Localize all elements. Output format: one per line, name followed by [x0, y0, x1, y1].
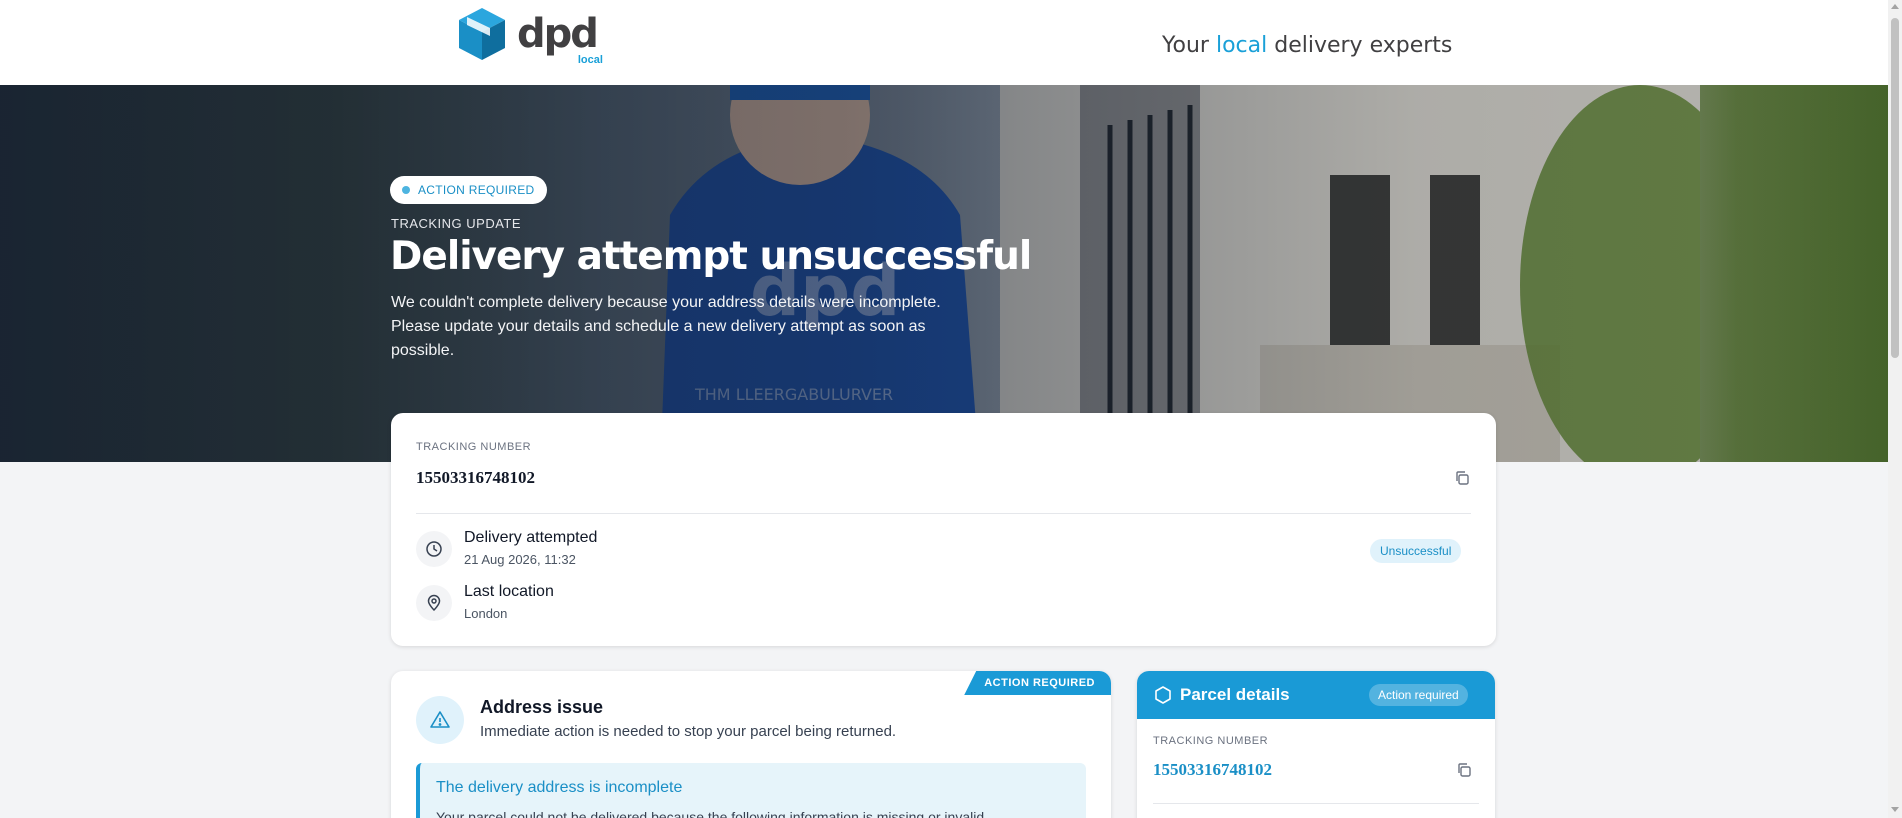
copy-icon [1458, 763, 1471, 777]
hero-banner: dpd THM LLEERGABULURVER ACTION REQUIRED … [0, 85, 1888, 462]
action-required-label: ACTION REQUIRED [418, 183, 535, 197]
address-alert: The delivery address is incomplete Your … [416, 763, 1086, 818]
warning-triangle-icon [430, 711, 450, 728]
scroll-up-arrow-icon[interactable] [1891, 4, 1899, 9]
issue-subtitle: Immediate action is needed to stop your … [480, 723, 897, 740]
hero-description: We couldn't complete delivery because yo… [391, 294, 941, 359]
status-dot-icon [402, 186, 410, 194]
tagline-post: delivery experts [1267, 33, 1453, 58]
logo-word: dpd [517, 11, 599, 57]
site-header: dpd local Your local delivery experts [0, 0, 1888, 85]
copy-parcel-tracking-button[interactable] [1453, 759, 1475, 781]
copy-icon [1456, 471, 1469, 485]
address-issue-card: ACTION REQUIRED Address issue Immediate … [391, 671, 1111, 818]
clock-icon-wrap [416, 531, 452, 567]
dpd-logo[interactable]: dpd local [457, 6, 603, 66]
divider [1153, 803, 1479, 804]
divider [416, 513, 1471, 514]
parcel-tracking-number: 15503316748102 [1153, 760, 1272, 779]
tracking-summary-card: TRACKING NUMBER 15503316748102 Delivery … [391, 413, 1496, 646]
action-required-badge: ACTION REQUIRED [390, 176, 547, 204]
scroll-down-arrow-icon[interactable] [1891, 807, 1899, 812]
copy-tracking-button[interactable] [1451, 467, 1473, 489]
location-title: Last location [464, 583, 554, 600]
page-title: Delivery attempt unsuccessful [390, 234, 1032, 279]
clock-icon [426, 541, 442, 557]
scrollbar-thumb[interactable] [1891, 18, 1899, 358]
map-pin-icon [427, 594, 441, 612]
issue-title: Address issue [480, 697, 604, 717]
tagline-pre: Your [1162, 33, 1216, 58]
location-icon-wrap [416, 585, 452, 621]
location-value: London [464, 606, 508, 621]
tagline-highlight: local [1215, 33, 1268, 58]
parcel-details-card: Parcel details Action required TRACKING … [1137, 671, 1495, 818]
logo-text: dpd local [517, 11, 603, 66]
tracking-number-label: TRACKING NUMBER [416, 441, 532, 453]
parcel-tracking-label: TRACKING NUMBER [1153, 735, 1269, 747]
page-scrollbar[interactable] [1888, 0, 1902, 818]
event-time: 21 Aug 2026, 11:32 [464, 552, 576, 567]
tagline: Your local delivery experts [1162, 33, 1452, 58]
hero-eyebrow: TRACKING UPDATE [391, 216, 522, 231]
warning-icon-wrap [416, 696, 464, 744]
tracking-number-value: 15503316748102 [416, 468, 535, 487]
logo-sub: local [577, 54, 603, 66]
dpd-cube-icon [459, 8, 505, 60]
status-badge: Unsuccessful [1370, 539, 1462, 563]
box-hexagon-icon [1155, 686, 1171, 704]
event-title: Delivery attempted [464, 529, 598, 546]
parcel-details-header: Parcel details Action required [1137, 671, 1495, 719]
parcel-status-badge: Action required [1369, 684, 1468, 706]
alert-text: Your parcel could not be delivered becau… [436, 809, 985, 818]
parcel-details-title: Parcel details [1180, 685, 1290, 704]
alert-title: The delivery address is incomplete [436, 779, 683, 796]
action-required-corner-badge: ACTION REQUIRED [964, 671, 1111, 695]
